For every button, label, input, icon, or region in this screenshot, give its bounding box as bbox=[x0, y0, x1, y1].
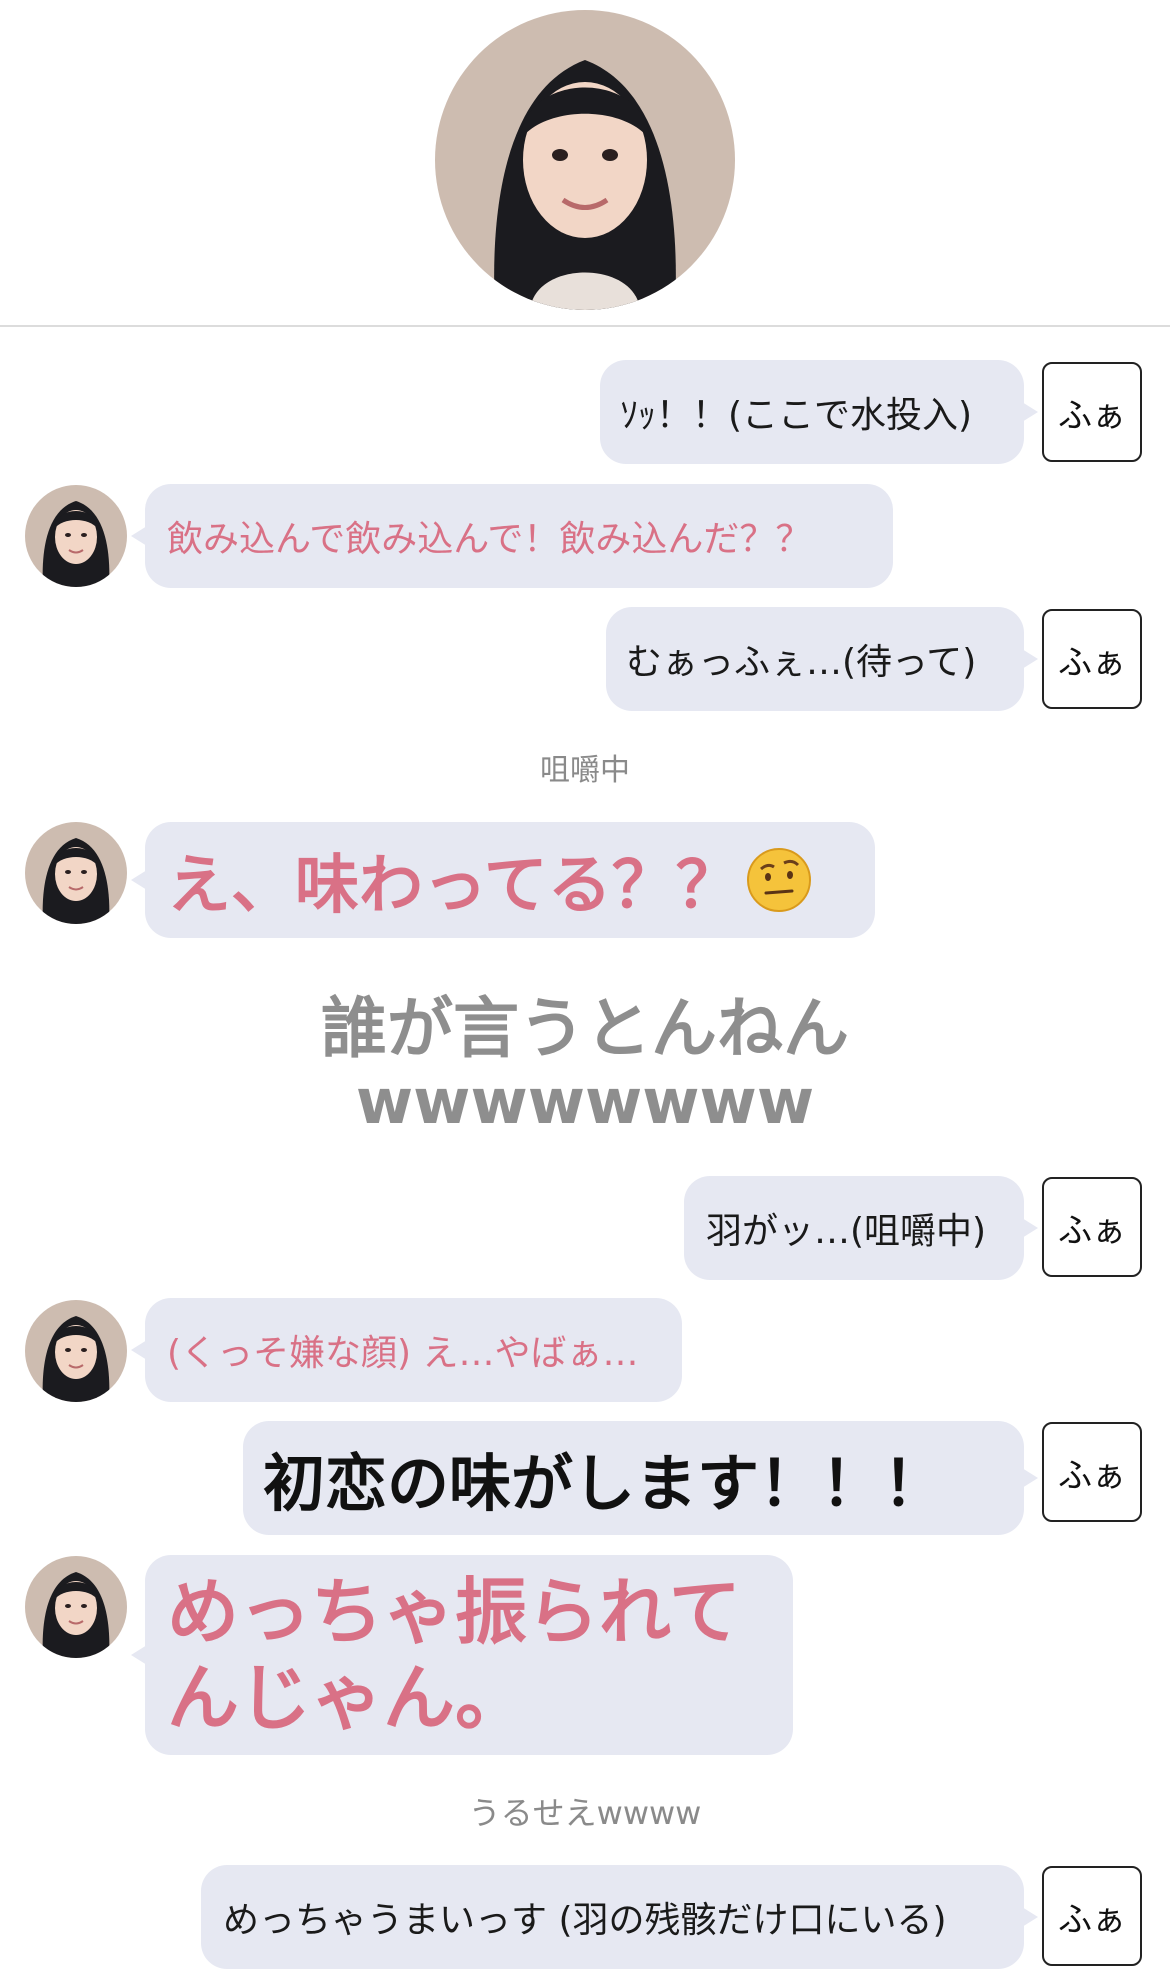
message-bubble-left: めっちゃ振られて んじゃん。 bbox=[131, 1555, 793, 1755]
message-text: むぁっふぇ…(待って) bbox=[626, 642, 977, 683]
message-bubble-right: むぁっふぇ…(待って) bbox=[606, 607, 1038, 711]
message-bubble-left: 飲み込んで飲み込んで！飲み込んだ？？ bbox=[131, 484, 893, 588]
profile-avatar[interactable] bbox=[435, 10, 735, 310]
message-text: んじゃん。 bbox=[167, 1656, 528, 1740]
header-divider bbox=[0, 325, 1170, 327]
message-bubble-right: 初恋の味がします！！！ bbox=[243, 1421, 1038, 1535]
narration-text: 誰が言うとんねん bbox=[321, 990, 849, 1067]
speaker-tag[interactable]: ふぁ bbox=[1042, 609, 1142, 709]
sender-avatar[interactable] bbox=[25, 1556, 127, 1658]
narration-text: うるせえwwww bbox=[468, 1794, 702, 1832]
message-text: え、味わってる？？ bbox=[167, 849, 740, 923]
message-text: 飲み込んで飲み込んで！飲み込んだ？？ bbox=[167, 519, 812, 560]
speaker-tag[interactable]: ふぁ bbox=[1042, 362, 1142, 462]
narration-text: wwwwwwww bbox=[355, 1065, 815, 1138]
sender-avatar[interactable] bbox=[25, 485, 127, 587]
chat-header bbox=[0, 0, 1170, 327]
message-text: めっちゃ振られて bbox=[167, 1570, 741, 1654]
sender-avatar[interactable] bbox=[25, 822, 127, 924]
message-bubble-left: え、味わってる？？ bbox=[131, 822, 875, 938]
message-text: (くっそ嫌な顔) え…やばぁ… bbox=[167, 1333, 639, 1374]
raised-eyebrow-emoji-icon bbox=[746, 847, 812, 913]
speaker-tag[interactable]: ふぁ bbox=[1042, 1866, 1142, 1966]
message-text: ｿｯ！！(ここで水投入) bbox=[620, 395, 973, 436]
sender-avatar[interactable] bbox=[25, 1300, 127, 1402]
message-bubble-right: めっちゃうまいっす (羽の残骸だけ口にいる) bbox=[201, 1865, 1038, 1969]
speaker-tag[interactable]: ふぁ bbox=[1042, 1177, 1142, 1277]
message-text: 初恋の味がします！！！ bbox=[263, 1447, 946, 1520]
narration-text: 咀嚼中 bbox=[540, 753, 630, 788]
message-bubble-right: ｿｯ！！(ここで水投入) bbox=[600, 360, 1038, 464]
message-text: 羽がッ…(咀嚼中) bbox=[706, 1211, 987, 1252]
speaker-tag[interactable]: ふぁ bbox=[1042, 1422, 1142, 1522]
message-text: めっちゃうまいっす (羽の残骸だけ口にいる) bbox=[223, 1900, 947, 1941]
message-bubble-right: 羽がッ…(咀嚼中) bbox=[684, 1176, 1038, 1280]
message-bubble-left: (くっそ嫌な顔) え…やばぁ… bbox=[131, 1298, 682, 1402]
